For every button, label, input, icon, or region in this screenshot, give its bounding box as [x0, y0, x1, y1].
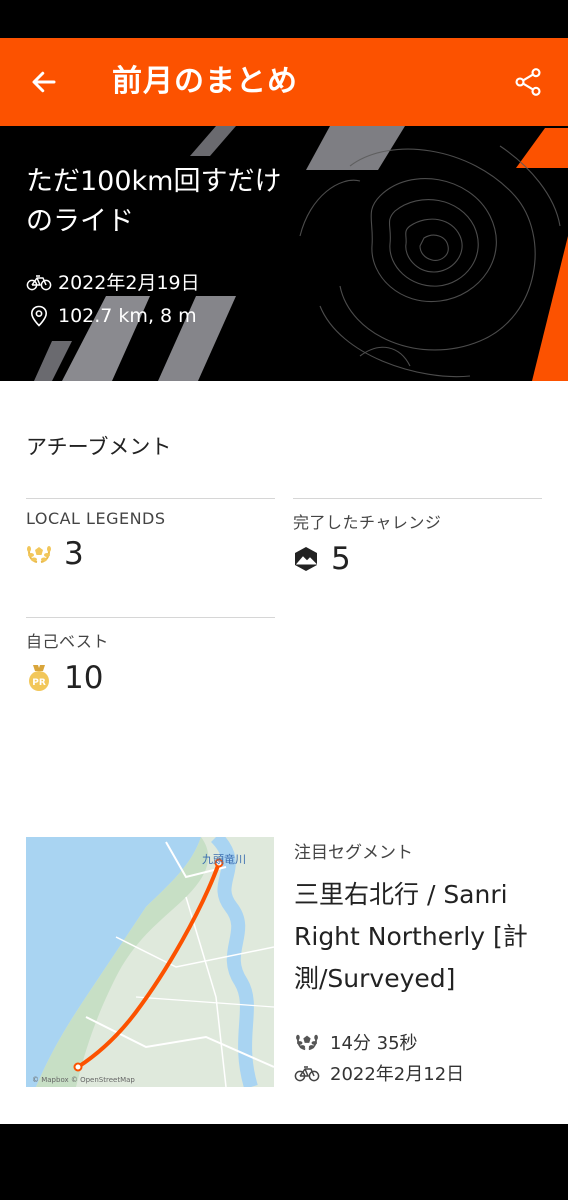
status-bar — [0, 0, 568, 38]
segment-time: 14分 35秒 — [294, 1029, 418, 1055]
bike-icon — [26, 271, 52, 293]
laurel-icon — [26, 541, 52, 567]
stat-local-legends-label: LOCAL LEGENDS — [26, 509, 166, 528]
stat-local-legends-value: 3 — [64, 536, 84, 572]
segment-date-text: 2022年2月12日 — [330, 1064, 465, 1085]
segment-map[interactable]: 九頭竜川 © Mapbox © OpenStreetMap — [26, 837, 274, 1087]
page-title: 前月のまとめ — [112, 64, 298, 99]
segment-date: 2022年2月12日 — [294, 1060, 464, 1086]
location-pin-icon — [26, 305, 52, 327]
segment-map-graphic: 九頭竜川 © Mapbox © OpenStreetMap — [26, 837, 274, 1087]
activity-date: 2022年2月19日 — [26, 268, 200, 295]
stat-personal-best-label: 自己ベスト — [26, 632, 109, 651]
summary-content: アチーブメント LOCAL LEGENDS 3 完了したチャレンジ 5 自己ベス… — [0, 381, 568, 1124]
stat-challenges-label: 完了したチャレンジ — [293, 513, 442, 532]
achievements-heading: アチーブメント — [26, 435, 172, 459]
share-button[interactable] — [506, 60, 550, 104]
segment-name[interactable]: 三里右北行 / Sanri Right Northerly [計測/Survey… — [294, 874, 554, 1000]
app-bar: 前月のまとめ — [0, 38, 568, 126]
stat-personal-best[interactable]: 自己ベスト PR 10 — [26, 617, 275, 696]
back-button[interactable] — [22, 60, 66, 104]
arrow-left-icon — [32, 71, 56, 93]
bike-icon — [294, 1062, 320, 1084]
stat-personal-best-value: 10 — [64, 660, 104, 696]
stat-challenges[interactable]: 完了したチャレンジ 5 — [293, 498, 542, 577]
activity-hero[interactable]: ただ100km回すだけのライド 2022年2月19日 102.7 km, 8 m — [0, 126, 568, 381]
share-icon — [515, 68, 541, 96]
activity-date-text: 2022年2月19日 — [58, 272, 200, 294]
navigation-bar — [0, 1124, 568, 1200]
activity-title: ただ100km回すだけのライド — [26, 166, 282, 237]
svg-text:PR: PR — [32, 678, 46, 688]
map-attribution: © Mapbox © OpenStreetMap — [32, 1076, 135, 1084]
segment-time-text: 14分 35秒 — [330, 1033, 418, 1054]
segment-kicker: 注目セグメント — [294, 843, 413, 863]
laurel-icon — [294, 1031, 320, 1053]
stat-challenges-value: 5 — [331, 541, 351, 577]
stat-local-legends[interactable]: LOCAL LEGENDS 3 — [26, 498, 275, 572]
activity-distance-text: 102.7 km, 8 m — [58, 305, 197, 327]
map-place-label: 九頭竜川 — [202, 852, 246, 866]
pr-medal-icon: PR — [26, 665, 52, 691]
challenge-badge-icon — [293, 546, 319, 572]
activity-distance: 102.7 km, 8 m — [26, 305, 197, 327]
